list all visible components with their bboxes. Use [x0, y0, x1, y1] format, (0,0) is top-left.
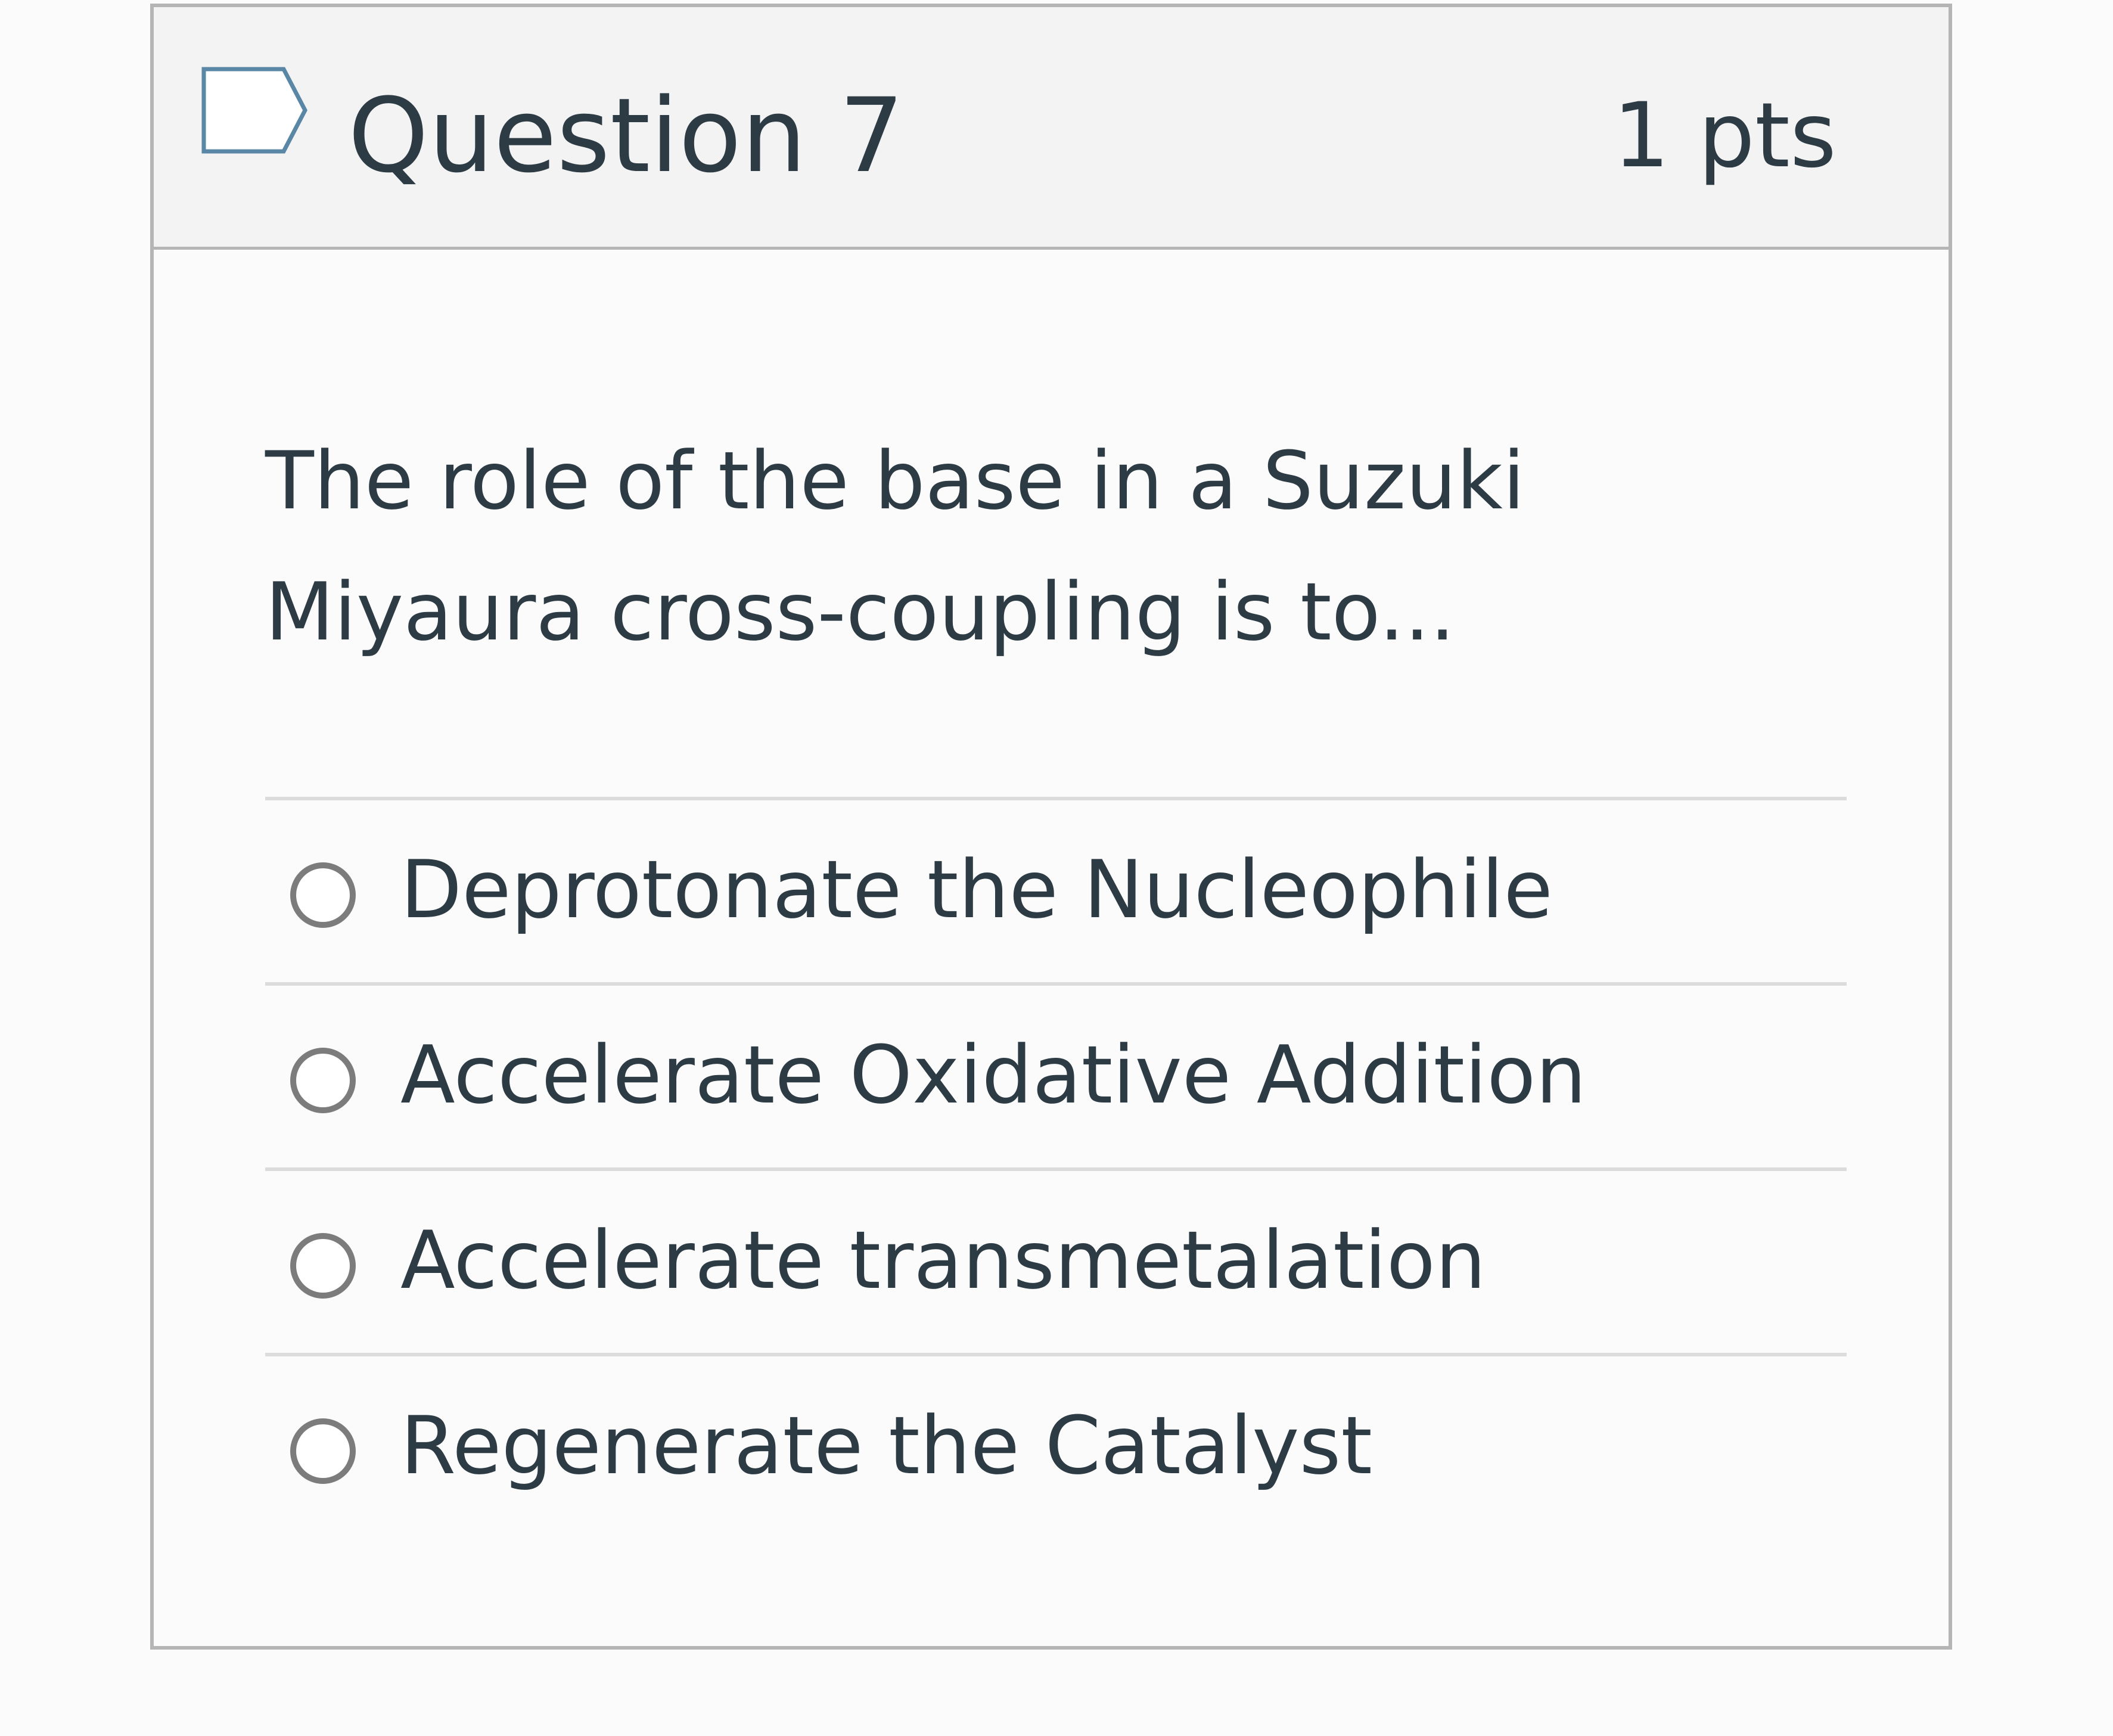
answer-label[interactable]: Accelerate transmetalation [400, 1207, 1486, 1314]
answer-option[interactable]: Regenerate the Catalyst [265, 1353, 1847, 1538]
answer-label[interactable]: Regenerate the Catalyst [400, 1392, 1372, 1499]
question-title: Question 7 [348, 76, 905, 195]
answer-label[interactable]: Accelerate Oxidative Addition [400, 1021, 1586, 1129]
answer-option[interactable]: Accelerate transmetalation [265, 1167, 1847, 1353]
question-card: Question 7 1 pts The role of the base in… [150, 4, 1952, 1650]
radio-button[interactable] [290, 1048, 356, 1113]
answer-option[interactable]: Deprotonate the Nucleophile [265, 797, 1847, 982]
answer-list: Deprotonate the Nucleophile Accelerate O… [265, 797, 1847, 1538]
question-text: The role of the base in a Suzuki Miyaura… [265, 434, 1525, 659]
flag-question-icon[interactable] [200, 66, 310, 155]
question-points: 1 pts [1612, 84, 1837, 188]
radio-button[interactable] [290, 862, 356, 928]
question-header: Question 7 1 pts [154, 7, 1949, 250]
answer-option[interactable]: Accelerate Oxidative Addition [265, 982, 1847, 1167]
radio-button[interactable] [290, 1418, 356, 1484]
radio-button[interactable] [290, 1233, 356, 1299]
answer-label[interactable]: Deprotonate the Nucleophile [400, 836, 1553, 943]
